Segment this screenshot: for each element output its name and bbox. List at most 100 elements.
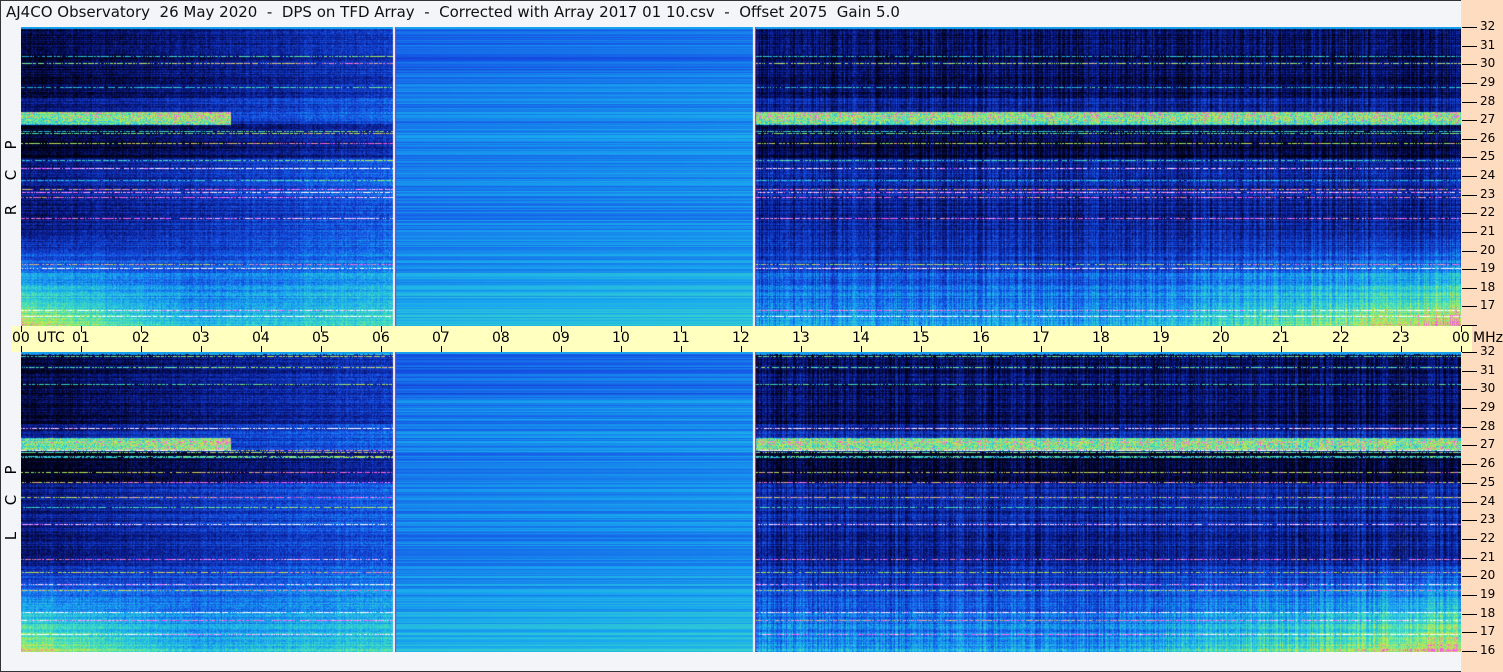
x-tick-label: 08 — [492, 330, 510, 346]
x-tick-label: 15 — [912, 330, 930, 346]
x-tick-label: 10 — [612, 330, 630, 346]
x-tick-label: 00 — [1452, 330, 1470, 346]
y-tick-label: 31 — [1480, 38, 1496, 52]
x-tick-label: 22 — [1332, 330, 1350, 346]
y-tick-label: 18 — [1480, 606, 1496, 620]
x-tick-mark — [1101, 346, 1102, 352]
y-tick-label: 19 — [1480, 587, 1496, 601]
x-tick-label: 12 — [732, 330, 750, 346]
y-tick-mark — [1462, 157, 1477, 158]
y-tick-mark — [1462, 269, 1477, 270]
y-tick-mark — [1462, 520, 1477, 521]
y-tick-label: 26 — [1480, 456, 1496, 470]
y-tick-mark — [1462, 46, 1477, 47]
x-tick-label: 19 — [1152, 330, 1170, 346]
y-tick-label: 17 — [1480, 624, 1496, 638]
rcp-spectrogram — [21, 27, 1461, 326]
lcp-spectrogram — [21, 352, 1461, 652]
y-tick-label: 25 — [1480, 475, 1496, 489]
y-tick-label: 22 — [1480, 531, 1496, 545]
y-tick-mark — [1462, 139, 1477, 140]
x-tick-label: 11 — [672, 330, 690, 346]
y-tick-label: 27 — [1480, 112, 1496, 126]
x-tick-label: 05 — [312, 330, 330, 346]
x-tick-mark — [81, 346, 82, 352]
x-tick-mark — [1341, 346, 1342, 352]
y-tick-label: 32 — [1480, 344, 1496, 358]
y-tick-label: 18 — [1480, 280, 1496, 294]
y-tick-mark — [1462, 427, 1477, 428]
x-tick-mark — [1221, 346, 1222, 352]
y-tick-label: 32 — [1480, 19, 1496, 33]
x-tick-label: 06 — [372, 330, 390, 346]
x-tick-label: 13 — [792, 330, 810, 346]
y-tick-mark — [1462, 251, 1477, 252]
x-tick-label: 03 — [192, 330, 210, 346]
y-tick-mark — [1462, 27, 1477, 28]
y-tick-label: 23 — [1480, 512, 1496, 526]
x-tick-mark — [1041, 346, 1042, 352]
y-tick-mark — [1462, 64, 1477, 65]
x-tick-label: 00 — [12, 330, 30, 346]
x-tick-mark — [201, 346, 202, 352]
x-tick-mark — [441, 346, 442, 352]
y-tick-mark — [1462, 539, 1477, 540]
y-tick-label: 24 — [1480, 494, 1496, 508]
y-tick-mark — [1462, 288, 1477, 289]
y-tick-mark — [1462, 595, 1477, 596]
chart-title: AJ4CO Observatory 26 May 2020 - DPS on T… — [6, 3, 900, 21]
y-tick-mark — [1462, 389, 1477, 390]
x-tick-mark — [261, 346, 262, 352]
y-tick-label: 17 — [1480, 298, 1496, 312]
y-tick-mark — [1462, 614, 1477, 615]
y-tick-mark — [1462, 464, 1477, 465]
y-tick-label: 31 — [1480, 363, 1496, 377]
y-tick-mark — [1462, 83, 1477, 84]
y-tick-label: 29 — [1480, 400, 1496, 414]
y-tick-label: 19 — [1480, 261, 1496, 275]
x-tick-label: 16 — [972, 330, 990, 346]
x-tick-mark — [681, 346, 682, 352]
x-tick-mark — [21, 346, 22, 352]
y-tick-label: 25 — [1480, 149, 1496, 163]
y-tick-label: 24 — [1480, 168, 1496, 182]
x-tick-label: 01 — [72, 330, 90, 346]
rcp-label-p: P — [2, 140, 20, 150]
y-tick-mark — [1462, 325, 1477, 326]
lcp-label-l: L — [2, 531, 20, 541]
y-tick-label: 21 — [1480, 550, 1496, 564]
y-tick-mark — [1462, 306, 1477, 307]
x-tick-label: 02 — [132, 330, 150, 346]
y-tick-label: 16 — [1480, 643, 1496, 657]
y-tick-mark — [1462, 445, 1477, 446]
x-tick-label: 23 — [1392, 330, 1410, 346]
y-tick-label: 20 — [1480, 243, 1496, 257]
x-tick-label: 04 — [252, 330, 270, 346]
y-tick-label: 28 — [1480, 94, 1496, 108]
y-tick-mark — [1462, 558, 1477, 559]
x-tick-mark — [381, 346, 382, 352]
x-tick-mark — [141, 346, 142, 352]
y-tick-label: 20 — [1480, 568, 1496, 582]
x-tick-mark — [621, 346, 622, 352]
y-tick-label: 28 — [1480, 419, 1496, 433]
y-tick-label: 21 — [1480, 224, 1496, 238]
rcp-label-c: C — [2, 169, 20, 181]
x-tick-label: 07 — [432, 330, 450, 346]
y-tick-label: 26 — [1480, 131, 1496, 145]
y-tick-mark — [1462, 576, 1477, 577]
x-tick-label: 17 — [1032, 330, 1050, 346]
y-tick-label: 29 — [1480, 75, 1496, 89]
lcp-spectrogram-panel — [21, 352, 1461, 652]
y-tick-mark — [1462, 502, 1477, 503]
x-tick-mark — [1401, 346, 1402, 352]
rcp-spectrogram-panel — [21, 27, 1461, 326]
x-unit-label: UTC — [37, 330, 65, 346]
y-tick-mark — [1462, 651, 1477, 652]
y-tick-mark — [1462, 352, 1477, 353]
y-tick-mark — [1462, 102, 1477, 103]
rcp-label-r: R — [2, 204, 20, 216]
x-tick-mark — [981, 346, 982, 352]
x-tick-mark — [1161, 346, 1162, 352]
x-tick-mark — [741, 346, 742, 352]
